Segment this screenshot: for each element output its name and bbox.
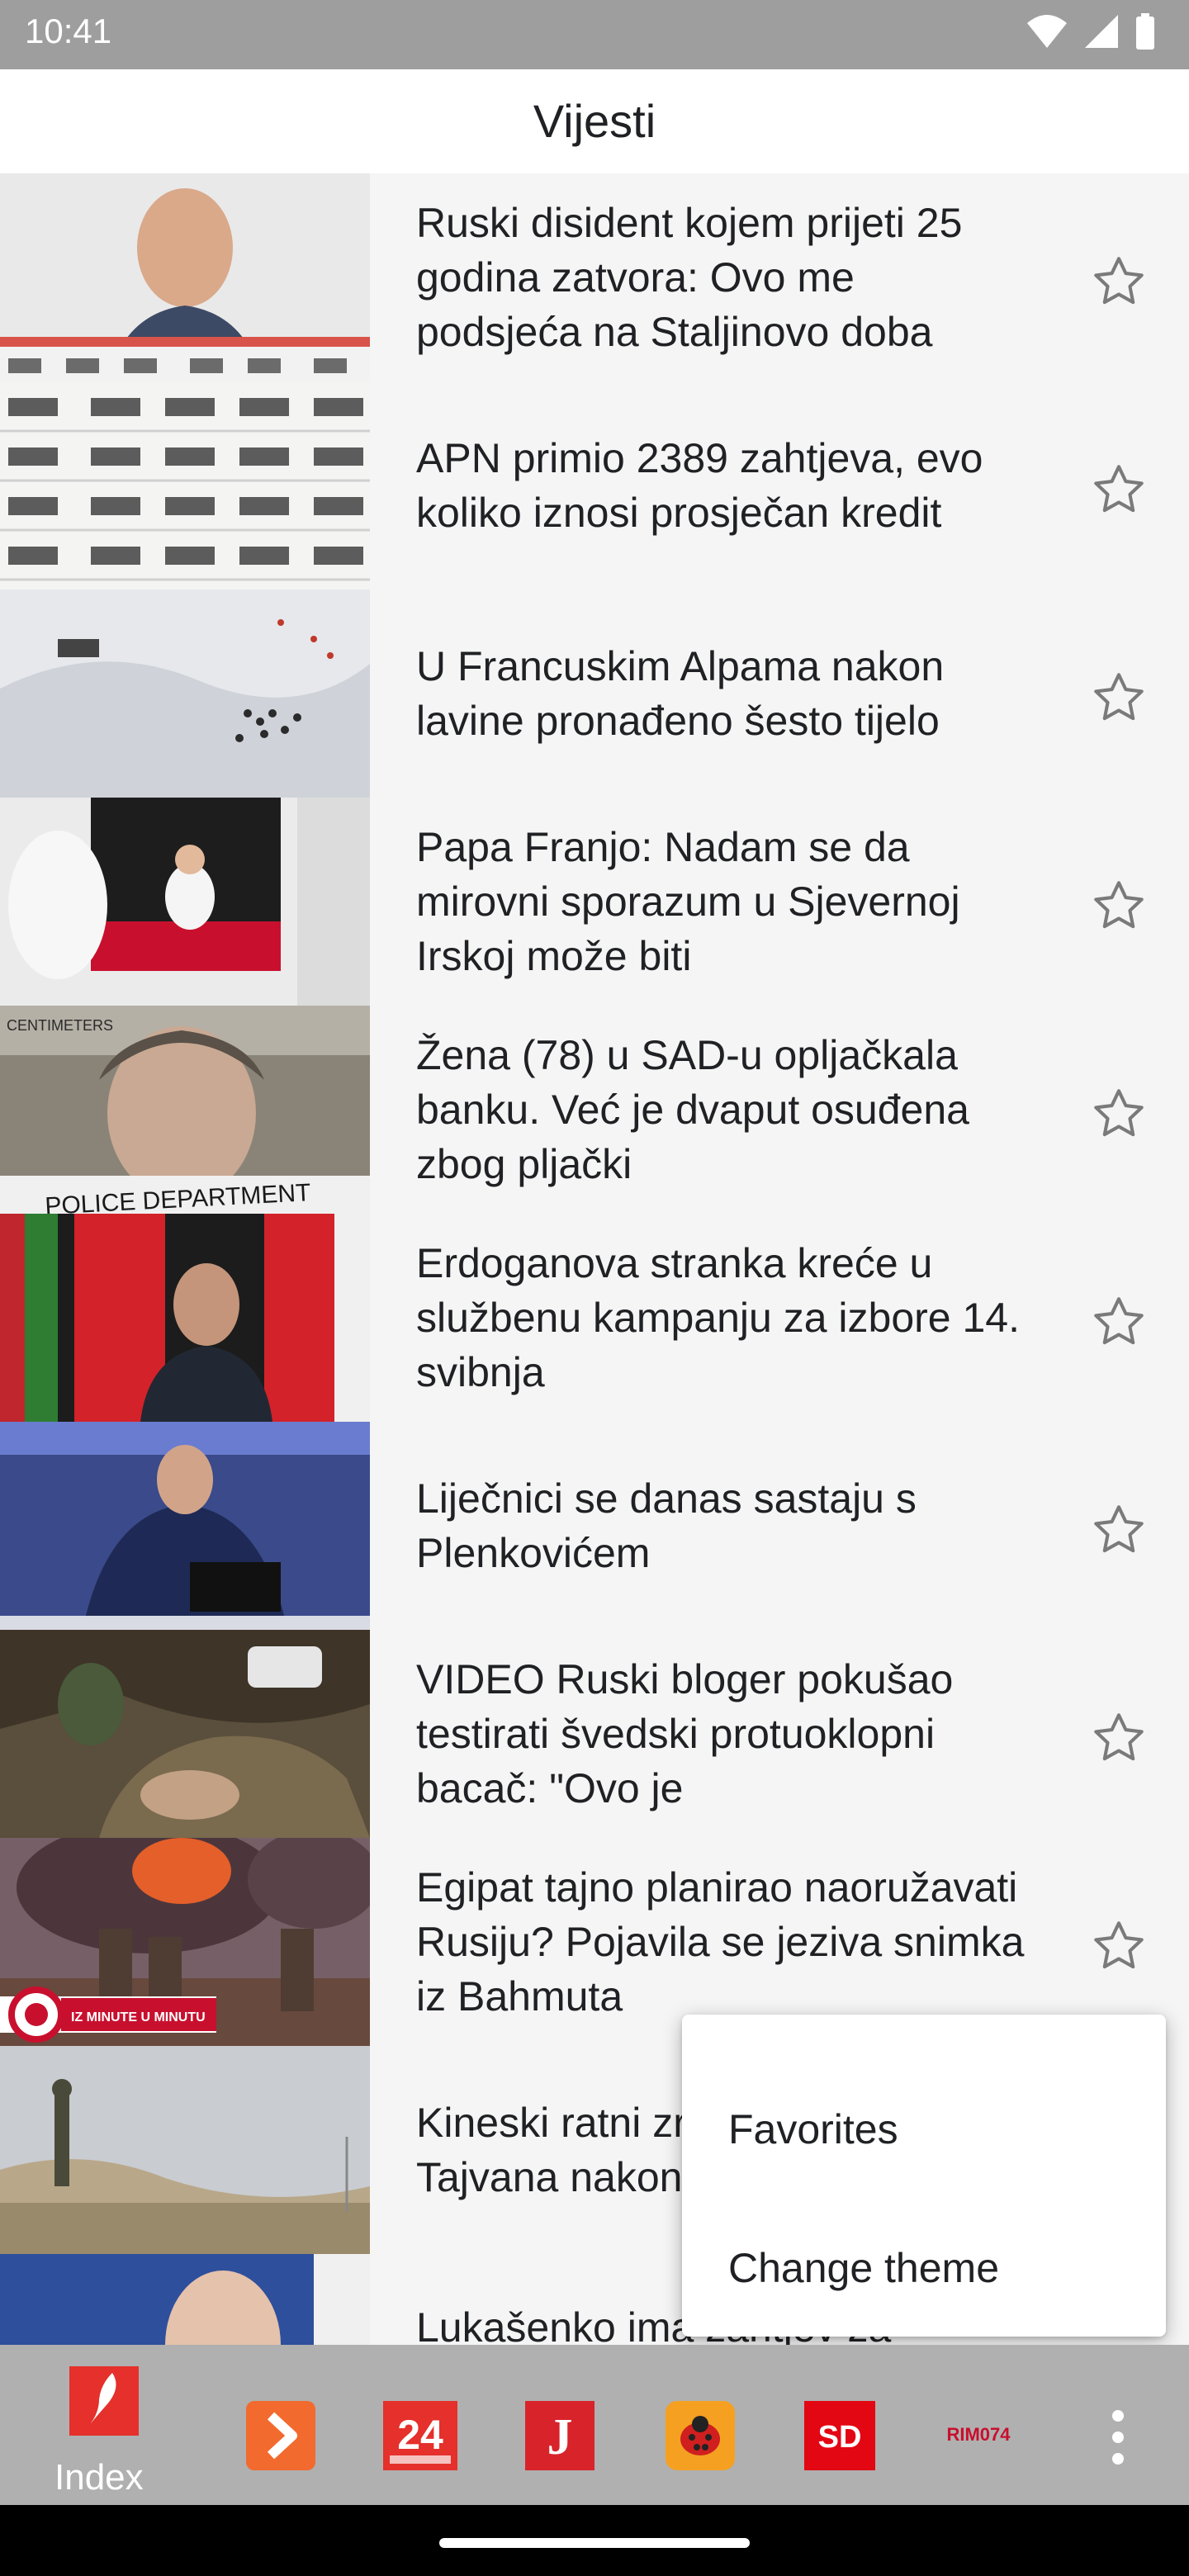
- news-headline: Liječnici se danas sastaju s Plenkovićem: [416, 1475, 917, 1576]
- news-item[interactable]: POLICE DEPARTMENT CENTIMETERS Žena (78) …: [0, 1006, 1189, 1214]
- favorite-star-icon[interactable]: [1090, 1709, 1148, 1767]
- vecernji-logo-icon: [246, 2401, 315, 2470]
- svg-text:RIM074: RIM074: [946, 2424, 1011, 2445]
- svg-text:J: J: [547, 2409, 573, 2465]
- news-headline: Erdoganova stranka kreće u službenu kamp…: [416, 1240, 1021, 1395]
- favorite-star-icon[interactable]: [1090, 669, 1148, 727]
- overflow-menu-button[interactable]: [1103, 2404, 1133, 2474]
- news-thumbnail: [0, 173, 370, 381]
- index-logo-icon: [69, 2366, 139, 2436]
- centimeters-text: CENTIMETERS: [7, 1017, 113, 1034]
- news-item[interactable]: Liječnici se danas sastaju s Plenkovićem: [0, 1422, 1189, 1630]
- live-ticker-label: IZ MINUTE U MINUTU: [71, 2010, 206, 2024]
- favorite-star-icon[interactable]: [1090, 1917, 1148, 1975]
- menu-item-favorites[interactable]: Favorites: [728, 2105, 898, 2153]
- favorite-star-icon[interactable]: [1090, 1293, 1148, 1351]
- ladybug-logo-icon: [666, 2401, 735, 2470]
- tab-jutarnji[interactable]: J: [525, 2401, 594, 2474]
- menu-item-change-theme[interactable]: Change theme: [728, 2244, 999, 2292]
- tab-ladybug[interactable]: [666, 2401, 735, 2474]
- news-thumbnail: [0, 798, 370, 1006]
- wifi-icon: [1027, 15, 1067, 48]
- system-navigation-bar: [0, 2505, 1189, 2576]
- news-item[interactable]: U Francuskim Alpama nakon lavine pronađe…: [0, 590, 1189, 798]
- overflow-popup-menu: Favorites Change theme: [682, 2015, 1166, 2337]
- page-title: Vijesti: [533, 95, 656, 147]
- news-thumbnail: [0, 2254, 370, 2345]
- home-gesture-handle[interactable]: [439, 2538, 750, 2548]
- news-thumbnail: [0, 1630, 370, 1838]
- news-headline: Ruski disident kojem prijeti 25 godina z…: [416, 200, 963, 355]
- 24sata-logo-icon: 24: [383, 2401, 457, 2470]
- news-thumbnail: [0, 1214, 370, 1422]
- news-thumbnail: [0, 1422, 370, 1630]
- jutarnji-logo-icon: J: [525, 2401, 594, 2470]
- news-thumbnail: POLICE DEPARTMENT CENTIMETERS: [0, 1006, 370, 1214]
- rijeka-logo-icon: RIM074: [946, 2424, 1011, 2445]
- app-bar: Vijesti: [0, 69, 1189, 173]
- news-thumbnail: IZ MINUTE U MINUTU: [0, 1838, 370, 2046]
- tab-slobodna-dalmacija[interactable]: SD: [804, 2401, 875, 2474]
- news-headline: Papa Franjo: Nadam se da mirovni sporazu…: [416, 824, 960, 979]
- news-thumbnail: [0, 2046, 370, 2254]
- news-headline: U Francuskim Alpama nakon lavine pronađe…: [416, 643, 945, 744]
- status-bar: 10:41: [0, 0, 1189, 69]
- svg-text:SD: SD: [818, 2420, 862, 2455]
- news-item[interactable]: VIDEO Ruski bloger pokušao testirati šve…: [0, 1630, 1189, 1838]
- tab-24sata[interactable]: 24: [383, 2401, 457, 2474]
- svg-text:24: 24: [397, 2412, 443, 2458]
- battery-icon: [1136, 13, 1154, 50]
- status-icons: [1026, 13, 1156, 50]
- favorite-star-icon[interactable]: [1090, 1501, 1148, 1559]
- favorite-star-icon[interactable]: [1090, 461, 1148, 519]
- more-vert-icon: [1112, 2410, 1124, 2465]
- news-item[interactable]: Erdoganova stranka kreće u službenu kamp…: [0, 1214, 1189, 1422]
- news-item[interactable]: APN primio 2389 zahtjeva, evo koliko izn…: [0, 381, 1189, 590]
- news-item[interactable]: Ruski disident kojem prijeti 25 godina z…: [0, 173, 1189, 381]
- favorite-star-icon[interactable]: [1090, 877, 1148, 935]
- news-headline: Žena (78) u SAD-u opljačkala banku. Već …: [416, 1032, 969, 1187]
- tab-rijeka[interactable]: RIM074: [941, 2417, 1016, 2455]
- bottom-navigation: Index 24 J SD RIM074: [0, 2345, 1189, 2505]
- favorite-star-icon[interactable]: [1090, 1085, 1148, 1143]
- favorite-star-icon[interactable]: [1090, 253, 1148, 310]
- news-thumbnail: [0, 590, 370, 798]
- news-thumbnail: [0, 381, 370, 590]
- tab-index[interactable]: [69, 2366, 139, 2440]
- status-time: 10:41: [25, 12, 112, 50]
- tab-index-label: Index: [54, 2457, 144, 2498]
- news-headline: APN primio 2389 zahtjeva, evo koliko izn…: [416, 435, 983, 536]
- news-headline: VIDEO Ruski bloger pokušao testirati šve…: [416, 1656, 954, 1811]
- tab-vecernji[interactable]: [246, 2401, 315, 2474]
- sd-logo-icon: SD: [804, 2401, 875, 2470]
- news-item[interactable]: Papa Franjo: Nadam se da mirovni sporazu…: [0, 798, 1189, 1006]
- cellular-signal-icon: [1085, 15, 1118, 48]
